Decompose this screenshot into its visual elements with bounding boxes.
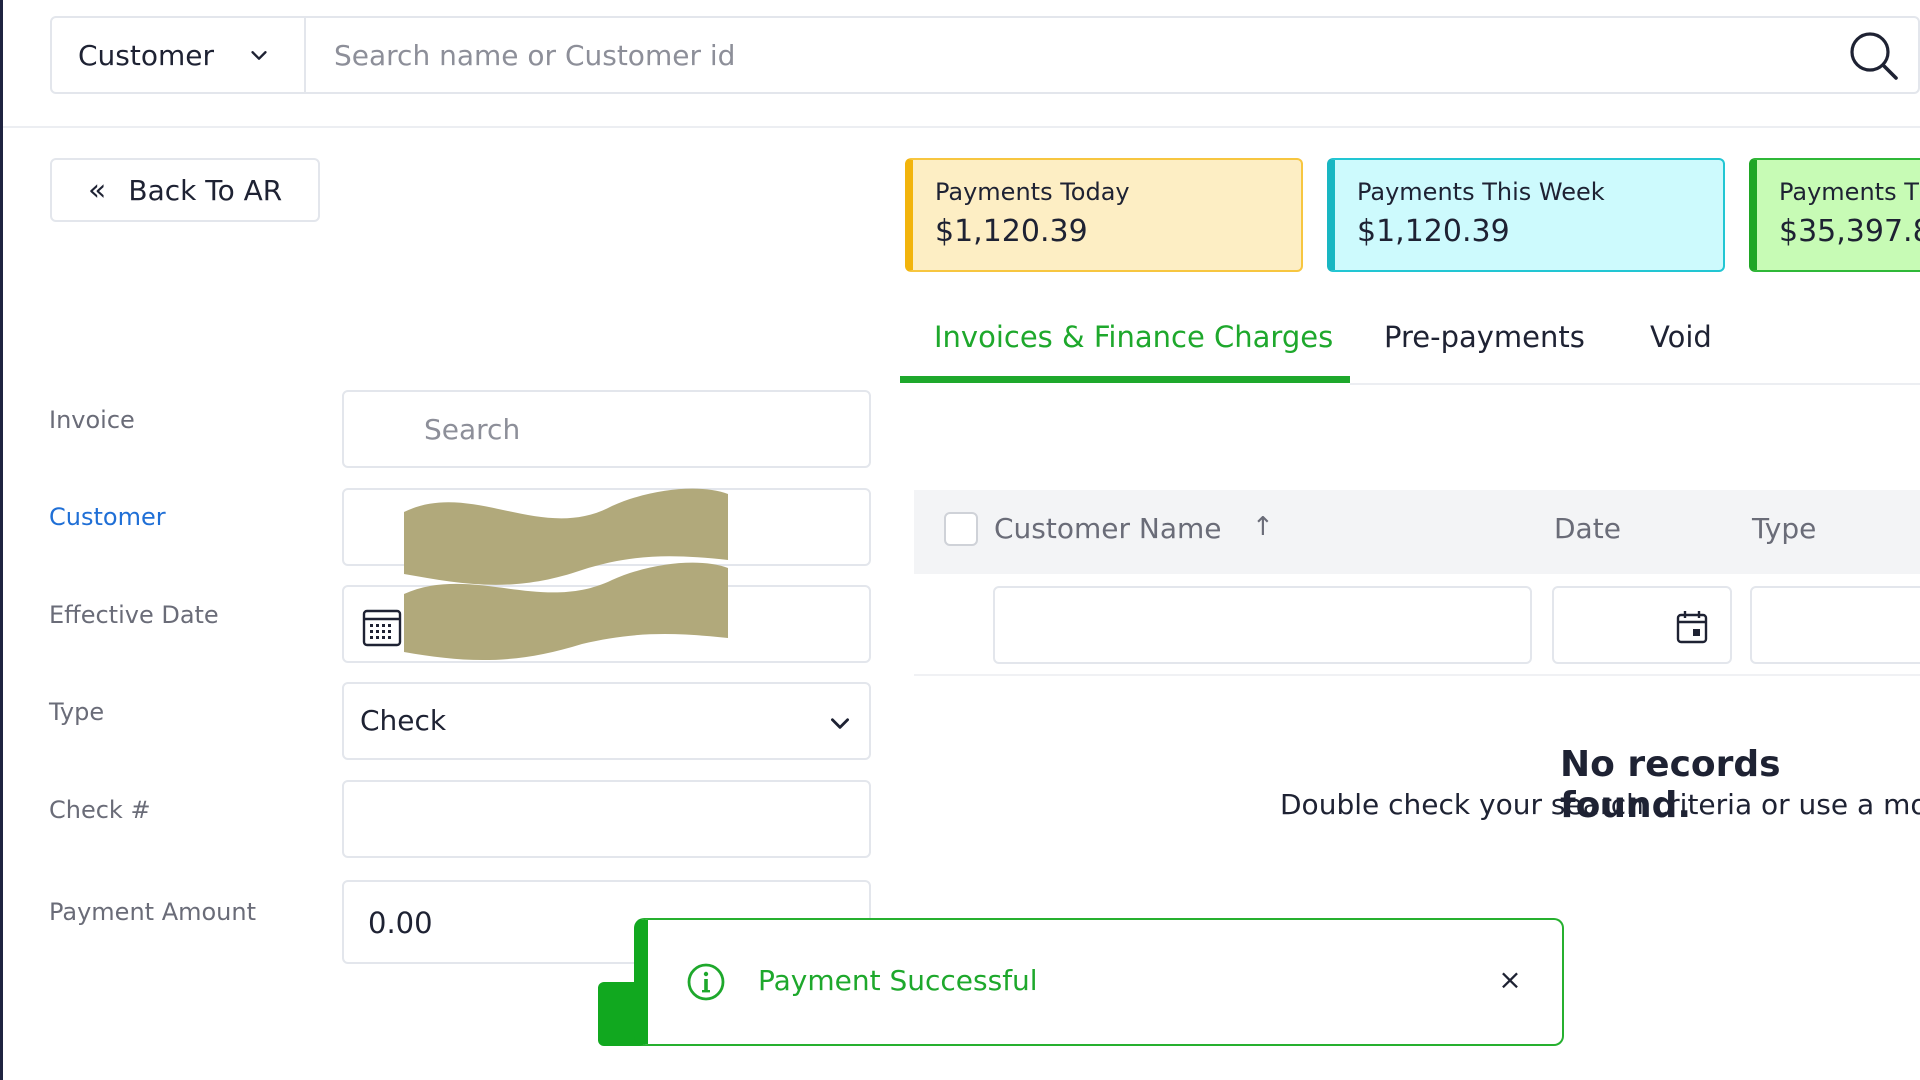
tab-void[interactable]: Void xyxy=(1650,320,1712,354)
check-number-label: Check # xyxy=(49,796,151,824)
tab-invoices-finance-charges[interactable]: Invoices & Finance Charges xyxy=(934,320,1333,354)
chevron-down-icon xyxy=(831,718,849,729)
payment-success-toast: Payment Successful × xyxy=(634,918,1564,1046)
select-all-checkbox[interactable] xyxy=(944,512,978,546)
search-mode-dropdown[interactable]: Customer xyxy=(52,18,306,92)
search-mode-label: Customer xyxy=(78,38,215,72)
card-label: Payments Th xyxy=(1779,178,1920,206)
customer-label[interactable]: Customer xyxy=(49,503,166,531)
empty-state-subtitle: Double check your search criteria or use… xyxy=(1280,788,1920,821)
check-number-field[interactable] xyxy=(342,780,871,858)
header-divider xyxy=(3,126,1920,128)
type-select-value: Check xyxy=(360,704,447,737)
chevron-down-icon xyxy=(251,51,267,60)
payment-amount-label: Payment Amount xyxy=(49,898,257,926)
card-label: Payments Today xyxy=(935,178,1130,206)
type-filter-input[interactable] xyxy=(1752,588,1920,662)
back-button-label: Back To AR xyxy=(128,173,283,207)
effective-date-label: Effective Date xyxy=(49,601,219,629)
invoice-search-input[interactable] xyxy=(344,392,869,466)
customer-name-filter[interactable] xyxy=(993,586,1532,664)
customer-name-filter-input[interactable] xyxy=(995,588,1530,662)
redaction-overlay xyxy=(404,488,728,661)
arrow-up-icon[interactable]: ↑ xyxy=(1252,512,1274,542)
column-header-date[interactable]: Date xyxy=(1554,512,1621,545)
calendar-icon[interactable] xyxy=(1676,610,1708,644)
card-label: Payments This Week xyxy=(1357,178,1605,206)
row-divider xyxy=(914,674,1920,676)
table-header: Customer Name ↑ Date Type xyxy=(914,490,1920,574)
toast-message: Payment Successful xyxy=(758,964,1038,997)
active-tab-indicator xyxy=(900,376,1350,383)
payments-today-card: Payments Today $1,120.39 xyxy=(905,158,1303,272)
column-header-customer-name[interactable]: Customer Name xyxy=(994,512,1222,545)
close-icon[interactable]: × xyxy=(1488,958,1532,1002)
search-button[interactable] xyxy=(1846,28,1906,84)
type-filter[interactable] xyxy=(1750,586,1920,664)
check-number-input[interactable] xyxy=(344,782,869,856)
payments-third-card: Payments Th $35,397.81 xyxy=(1749,158,1920,272)
payments-week-card: Payments This Week $1,120.39 xyxy=(1327,158,1725,272)
search-icon xyxy=(1850,32,1898,80)
payment-amount-value[interactable]: 0.00 xyxy=(368,906,433,940)
window-edge xyxy=(0,0,3,1080)
back-to-ar-button[interactable]: « Back To AR xyxy=(50,158,320,222)
double-chevron-left-icon: « xyxy=(88,172,107,208)
card-value: $1,120.39 xyxy=(935,214,1088,249)
invoice-label: Invoice xyxy=(49,406,135,434)
tab-pre-payments[interactable]: Pre-payments xyxy=(1384,320,1585,354)
global-search-bar: Customer xyxy=(50,16,1920,94)
column-header-type[interactable]: Type xyxy=(1752,512,1816,545)
card-value: $1,120.39 xyxy=(1357,214,1510,249)
type-label: Type xyxy=(49,698,105,726)
invoice-search-field[interactable] xyxy=(342,390,871,468)
tab-divider xyxy=(1350,383,1920,385)
search-input[interactable] xyxy=(308,18,1808,92)
date-filter[interactable] xyxy=(1552,586,1732,664)
info-circle-icon xyxy=(687,963,725,1001)
calendar-icon[interactable] xyxy=(362,607,402,647)
card-value: $35,397.81 xyxy=(1779,214,1920,249)
type-select[interactable]: Check xyxy=(342,682,871,760)
